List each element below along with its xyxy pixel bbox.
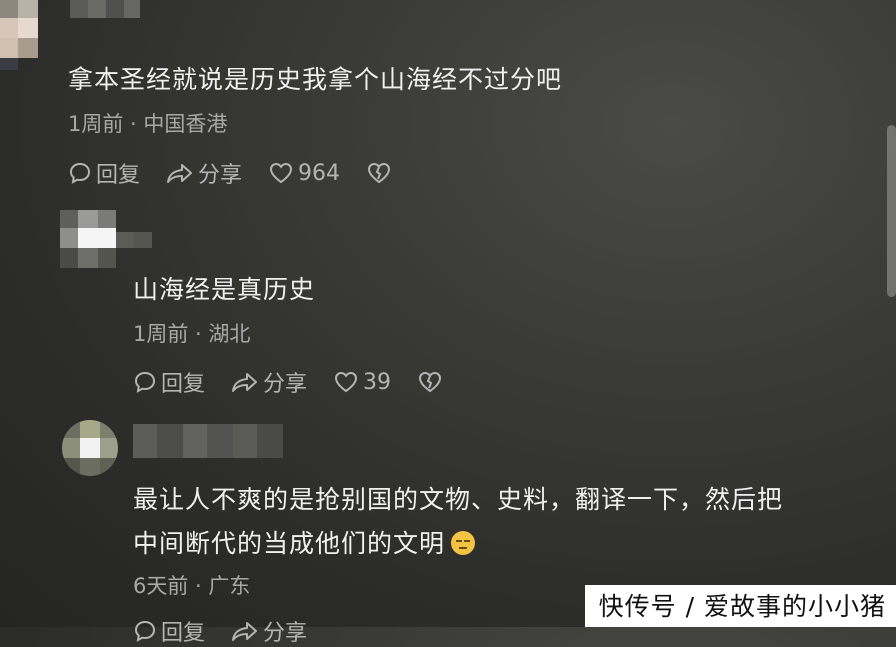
reply-label: 回复: [161, 372, 206, 397]
share-button[interactable]: 分享: [231, 615, 307, 647]
comment-text: 山海经是真历史: [133, 275, 316, 304]
dislike-button[interactable]: [366, 161, 396, 185]
share-label: 分享: [263, 372, 308, 397]
comment-actions: 回复 分享 39: [133, 366, 473, 398]
avatar-2[interactable]: [60, 210, 156, 268]
heart-icon: [270, 162, 293, 184]
comment-text: 拿本圣经就说是历史我拿个山海经不过分吧: [68, 65, 563, 94]
like-button[interactable]: 964: [268, 161, 340, 186]
share-arrow-icon: [232, 373, 258, 392]
comment-meta: 6天前 · 广东: [133, 574, 251, 598]
unamused-face-icon: [451, 531, 476, 555]
comment-bubble-icon: [69, 162, 91, 184]
like-button[interactable]: 39: [333, 370, 391, 395]
heart-icon: [335, 371, 358, 393]
comment-bubble-icon: [134, 371, 156, 393]
avatar-3[interactable]: [62, 420, 118, 476]
comment-text-line1: 最让人不爽的是抢别国的文物、史料，翻译一下，然后把: [133, 485, 784, 514]
scrollbar[interactable]: [887, 125, 896, 297]
comment-bubble-icon: [134, 620, 156, 642]
username-top-blurred: [70, 0, 140, 18]
reply-label: 回复: [96, 163, 141, 188]
comment-text-line2: 中间断代的当成他们的文明: [133, 529, 446, 558]
share-button[interactable]: 分享: [166, 157, 242, 189]
username-3-blurred: [133, 424, 283, 458]
share-arrow-icon: [167, 164, 193, 183]
comment-meta: 1周前 · 湖北: [133, 322, 251, 346]
share-label: 分享: [263, 621, 308, 646]
dislike-button[interactable]: [417, 370, 447, 394]
broken-heart-icon: [419, 371, 442, 393]
share-button[interactable]: 分享: [231, 366, 307, 398]
reply-button[interactable]: 回复: [68, 157, 140, 189]
watermark: 快传号 / 爱故事的小小猪: [584, 585, 896, 627]
comment-meta: 1周前 · 中国香港: [68, 112, 228, 136]
reply-label: 回复: [161, 621, 206, 646]
comment-actions: 回复 分享 964: [68, 157, 422, 189]
like-count: 964: [298, 160, 341, 186]
like-count: 39: [363, 369, 392, 395]
reply-button[interactable]: 回复: [133, 615, 205, 647]
share-arrow-icon: [232, 622, 258, 641]
avatar-top[interactable]: [0, 0, 60, 70]
comment-text-line2-row: 中间断代的当成他们的文明: [133, 524, 476, 560]
share-label: 分享: [198, 163, 243, 188]
reply-button[interactable]: 回复: [133, 366, 205, 398]
broken-heart-icon: [368, 162, 391, 184]
comment-actions: 回复 分享: [133, 615, 333, 647]
